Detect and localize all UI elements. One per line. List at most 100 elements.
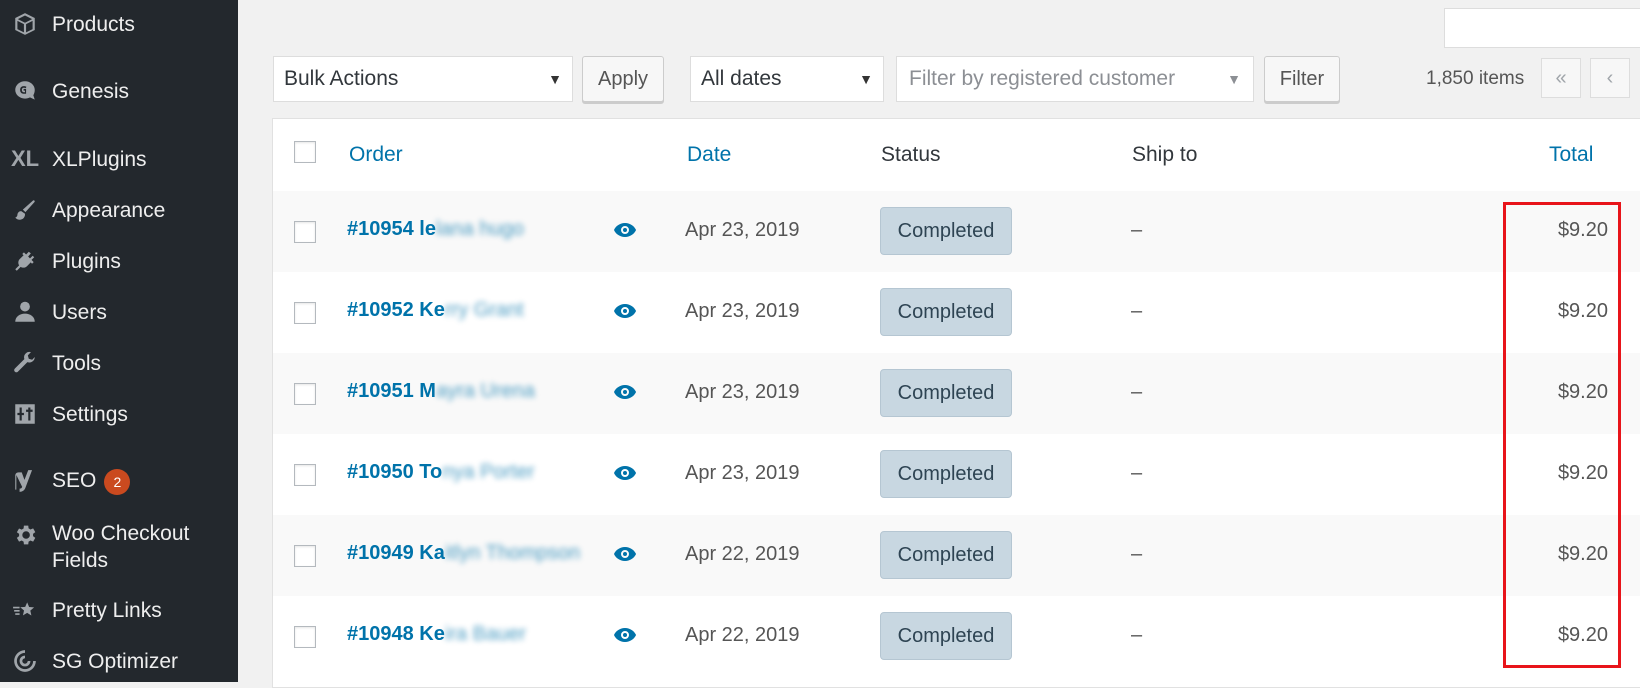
- column-header-total[interactable]: Total: [1549, 143, 1593, 167]
- sidebar-item-settings[interactable]: Settings: [0, 394, 238, 434]
- order-link[interactable]: #10949 Kaitlyn Thompson: [347, 542, 580, 565]
- customer-filter-select[interactable]: Filter by registered customer ▼: [896, 56, 1254, 102]
- prev-page-button[interactable]: ‹: [1590, 58, 1630, 98]
- bulk-actions-value: Bulk Actions: [284, 67, 399, 90]
- sidebar-item-xlplugins[interactable]: XL XLPlugins: [0, 139, 238, 179]
- wrench-icon: [10, 348, 40, 378]
- ship-to-value: –: [1131, 624, 1143, 646]
- ship-to-value: –: [1131, 381, 1143, 403]
- star-link-icon: [10, 595, 40, 625]
- table-row: #10952 Kerry Grant Apr 23, 2019 Complete…: [273, 272, 1640, 353]
- table-row: #10949 Kaitlyn Thompson Apr 22, 2019 Com…: [273, 515, 1640, 596]
- dropdown-arrow-icon: ▼: [1227, 71, 1241, 87]
- customer-name-blurred: itlyn Thompson: [444, 542, 581, 564]
- order-number: #10952 Ke: [347, 299, 445, 321]
- select-all-checkbox[interactable]: [294, 141, 316, 163]
- column-header-order[interactable]: Order: [349, 143, 403, 167]
- row-checkbox[interactable]: [294, 464, 316, 486]
- order-link[interactable]: #10951 Mayra Urena: [347, 380, 535, 403]
- row-checkbox[interactable]: [294, 383, 316, 405]
- customer-filter-placeholder: Filter by registered customer: [909, 67, 1176, 90]
- table-row: #10954 lelana hugo Apr 23, 2019 Complete…: [273, 191, 1640, 272]
- admin-sidebar: Products Genesis XL XLPlugins Appearance…: [0, 0, 238, 682]
- sidebar-item-label: Products: [52, 12, 135, 36]
- order-date: Apr 23, 2019: [685, 462, 800, 484]
- sidebar-item-label: Appearance: [52, 198, 166, 222]
- status-badge: Completed: [880, 450, 1012, 498]
- search-orders-input[interactable]: [1444, 8, 1640, 48]
- preview-eye-icon[interactable]: [613, 627, 637, 643]
- order-date: Apr 23, 2019: [685, 381, 800, 403]
- dates-filter-select[interactable]: All dates ▼: [690, 56, 884, 102]
- preview-eye-icon[interactable]: [613, 222, 637, 238]
- products-icon: [10, 9, 40, 39]
- dates-filter-value: All dates: [701, 67, 782, 90]
- totals-highlight-box: [1503, 202, 1621, 668]
- sidebar-item-tools[interactable]: Tools: [0, 343, 238, 383]
- order-number: #10949 Ka: [347, 542, 445, 564]
- preview-eye-icon[interactable]: [613, 303, 637, 319]
- yoast-icon: [10, 466, 40, 496]
- order-link[interactable]: #10954 lelana hugo: [347, 218, 524, 241]
- sidebar-item-label: Genesis: [52, 79, 130, 103]
- status-badge: Completed: [880, 531, 1012, 579]
- order-link[interactable]: #10948 Keira Bauer: [347, 623, 526, 646]
- apply-button[interactable]: Apply: [582, 56, 664, 102]
- order-link[interactable]: #10952 Kerry Grant: [347, 299, 524, 322]
- customer-name-blurred: lana hugo: [435, 218, 524, 240]
- row-checkbox[interactable]: [294, 302, 316, 324]
- status-badge: Completed: [880, 207, 1012, 255]
- sidebar-item-pretty-links[interactable]: Pretty Links: [0, 590, 238, 630]
- sidebar-item-products[interactable]: Products: [0, 4, 238, 44]
- order-date: Apr 23, 2019: [685, 300, 800, 322]
- notification-badge: 2: [104, 468, 131, 495]
- user-icon: [10, 297, 40, 327]
- customer-name-blurred: ira Bauer: [444, 623, 527, 645]
- order-date: Apr 22, 2019: [685, 543, 800, 565]
- xlplugins-icon: XL: [10, 146, 40, 171]
- customer-name-blurred: rry Grant: [444, 299, 524, 321]
- row-checkbox[interactable]: [294, 221, 316, 243]
- sidebar-item-label: Plugins: [52, 249, 121, 273]
- order-date: Apr 23, 2019: [685, 219, 800, 241]
- sidebar-item-appearance[interactable]: Appearance: [0, 190, 238, 230]
- sidebar-item-label: Pretty Links: [52, 598, 162, 622]
- order-link[interactable]: #10950 Tonya Porter: [347, 461, 535, 484]
- sidebar-item-sg-optimizer[interactable]: SG Optimizer: [0, 641, 238, 681]
- preview-eye-icon[interactable]: [613, 465, 637, 481]
- sidebar-item-plugins[interactable]: Plugins: [0, 241, 238, 281]
- sidebar-item-seo[interactable]: SEO 2: [0, 461, 238, 501]
- sidebar-item-label: SEO 2: [52, 467, 131, 495]
- status-badge: Completed: [880, 612, 1012, 660]
- ship-to-value: –: [1131, 543, 1143, 565]
- plug-icon: [10, 246, 40, 276]
- ship-to-value: –: [1131, 462, 1143, 484]
- bulk-actions-select[interactable]: Bulk Actions ▼: [273, 56, 573, 102]
- row-checkbox[interactable]: [294, 626, 316, 648]
- ship-to-value: –: [1131, 219, 1143, 241]
- sidebar-item-label: Users: [52, 300, 107, 324]
- sidebar-item-users[interactable]: Users: [0, 292, 238, 332]
- row-checkbox[interactable]: [294, 545, 316, 567]
- preview-eye-icon[interactable]: [613, 384, 637, 400]
- ship-to-value: –: [1131, 300, 1143, 322]
- items-count: 1,850 items: [1426, 68, 1525, 89]
- sidebar-item-genesis[interactable]: Genesis: [0, 71, 238, 111]
- sidebar-item-woo-checkout-fields[interactable]: Woo Checkout Fields: [0, 520, 238, 580]
- dropdown-arrow-icon: ▼: [859, 71, 873, 87]
- gear-icon: [10, 520, 40, 550]
- order-number: #10948 Ke: [347, 623, 445, 645]
- sidebar-item-label: Settings: [52, 402, 128, 426]
- seo-label: SEO: [52, 469, 97, 493]
- sg-optimizer-icon: [10, 646, 40, 676]
- first-page-button[interactable]: «: [1541, 58, 1581, 98]
- column-header-date[interactable]: Date: [687, 143, 731, 167]
- table-row: #10948 Keira Bauer Apr 22, 2019 Complete…: [273, 596, 1640, 677]
- filter-button[interactable]: Filter: [1264, 56, 1340, 102]
- column-header-status: Status: [881, 143, 941, 166]
- order-number: #10951 M: [347, 380, 436, 402]
- status-badge: Completed: [880, 288, 1012, 336]
- sidebar-item-label: XLPlugins: [52, 147, 147, 171]
- preview-eye-icon[interactable]: [613, 546, 637, 562]
- orders-table: Order Date Status Ship to Total #10954 l…: [272, 118, 1640, 688]
